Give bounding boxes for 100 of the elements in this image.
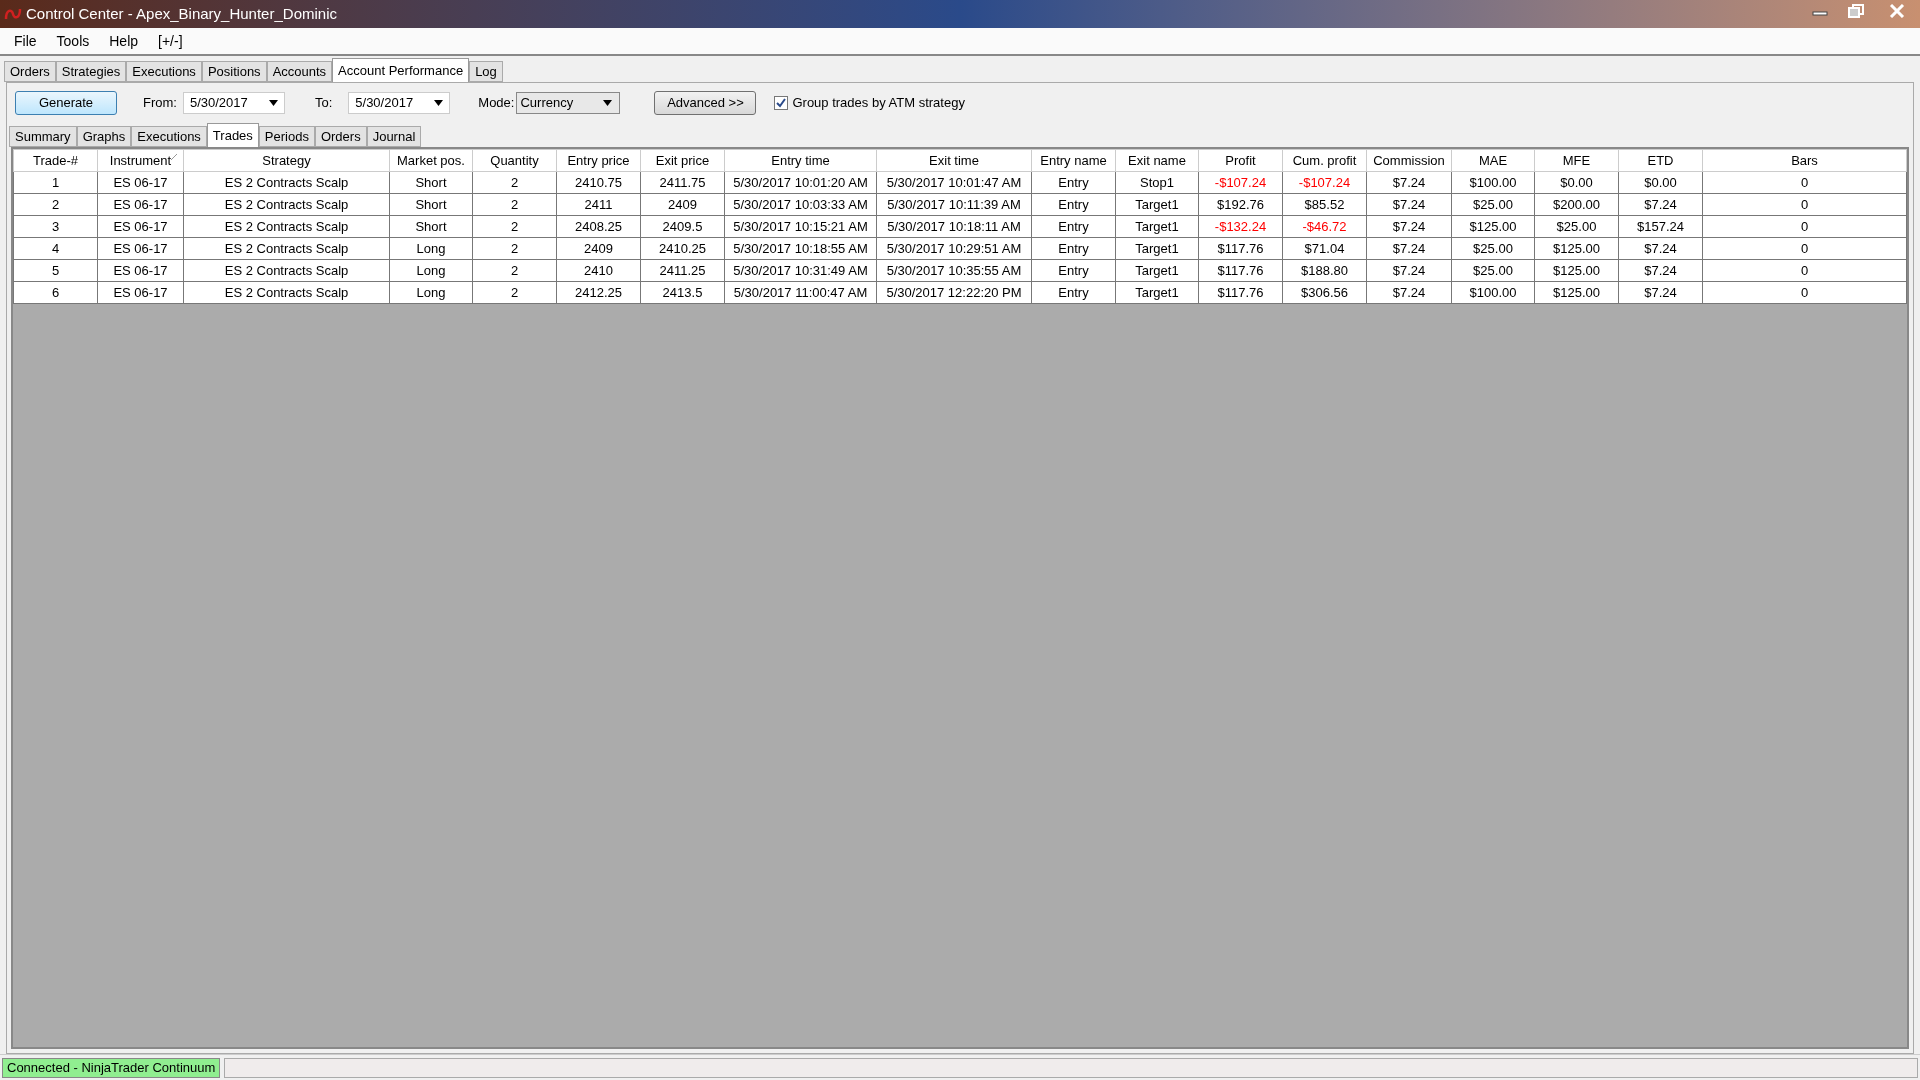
table-cell: $125.00 <box>1534 281 1619 304</box>
table-cell: 5/30/2017 10:15:21 AM <box>724 215 877 238</box>
column-header[interactable]: Quantity <box>472 149 557 172</box>
group-trades-label: Group trades by ATM strategy <box>792 94 965 113</box>
advanced-button[interactable]: Advanced >> <box>654 91 757 115</box>
table-cell: $7.24 <box>1366 171 1452 194</box>
table-cell: 5/30/2017 10:31:49 AM <box>724 259 877 282</box>
tab[interactable]: Journal <box>366 126 422 147</box>
column-header[interactable]: Exit name <box>1115 149 1199 172</box>
column-header[interactable]: Bars <box>1702 149 1907 172</box>
table-cell: Short <box>389 215 473 238</box>
table-cell: $125.00 <box>1534 237 1619 260</box>
menu-item[interactable]: Help <box>101 30 147 52</box>
tab[interactable]: Summary <box>9 126 77 147</box>
table-cell: ES 06-17 <box>97 193 184 216</box>
table-cell: 5/30/2017 10:35:55 AM <box>876 259 1032 282</box>
column-header[interactable]: Trade-# <box>13 149 98 172</box>
tab[interactable]: Log <box>469 61 503 82</box>
table-cell: 2 <box>472 259 557 282</box>
column-header[interactable]: Exit time <box>876 149 1032 172</box>
tab[interactable]: Account Performance <box>332 58 470 82</box>
app-logo-icon <box>4 7 22 21</box>
table-cell: $157.24 <box>1618 215 1703 238</box>
column-header[interactable]: Profit <box>1198 149 1283 172</box>
table-cell: -$107.24 <box>1198 171 1283 194</box>
window-title: Control Center - Apex_Binary_Hunter_Dominic <box>26 3 337 24</box>
table-cell: $7.24 <box>1618 259 1703 282</box>
restore-icon <box>1848 4 1864 18</box>
table-cell: Entry <box>1031 259 1116 282</box>
to-label: To: <box>314 94 333 113</box>
menu-item[interactable]: [+/-] <box>150 30 191 52</box>
tab[interactable]: Accounts <box>266 61 333 82</box>
table-cell: $25.00 <box>1451 259 1535 282</box>
column-header[interactable]: ETD <box>1618 149 1703 172</box>
column-header[interactable]: Strategy <box>183 149 390 172</box>
table-cell: 5/30/2017 12:22:20 PM <box>876 281 1032 304</box>
table-cell: $192.76 <box>1198 193 1283 216</box>
table-cell: 5/30/2017 11:00:47 AM <box>724 281 877 304</box>
table-cell: 2 <box>472 281 557 304</box>
tab[interactable]: Graphs <box>76 126 132 147</box>
column-header[interactable]: Entry name <box>1031 149 1116 172</box>
column-header[interactable]: Entry price <box>556 149 641 172</box>
tab[interactable]: Executions <box>131 126 207 147</box>
table-cell: 2410.75 <box>556 171 641 194</box>
table-cell: 2411.25 <box>640 259 725 282</box>
table-cell: ES 06-17 <box>97 215 184 238</box>
table-cell: 5/30/2017 10:18:11 AM <box>876 215 1032 238</box>
table-cell: 5/30/2017 10:01:20 AM <box>724 171 877 194</box>
table-cell: $0.00 <box>1534 171 1619 194</box>
table-cell: 2409 <box>640 193 725 216</box>
tab[interactable]: Executions <box>126 61 202 82</box>
tab[interactable]: Strategies <box>55 61 127 82</box>
table-cell: $7.24 <box>1618 237 1703 260</box>
table-cell: $117.76 <box>1198 281 1283 304</box>
to-date-field[interactable]: 5/30/2017 <box>348 92 451 114</box>
table-cell: Entry <box>1031 237 1116 260</box>
table-cell: Target1 <box>1115 237 1199 260</box>
table-cell: $85.52 <box>1282 193 1367 216</box>
table-cell: 0 <box>1702 171 1907 194</box>
group-trades-checkbox[interactable] <box>774 96 789 110</box>
table-cell: $100.00 <box>1451 281 1535 304</box>
table-cell: Entry <box>1031 171 1116 194</box>
column-header[interactable]: Entry time <box>724 149 877 172</box>
dropdown-arrow-icon <box>603 100 613 106</box>
table-cell: $7.24 <box>1366 281 1452 304</box>
column-header[interactable]: Cum. profit <box>1282 149 1367 172</box>
tab[interactable]: Trades <box>206 123 259 147</box>
menu-item[interactable]: Tools <box>48 30 98 52</box>
column-header[interactable]: Instrument <box>97 149 184 172</box>
table-cell: $7.24 <box>1366 215 1452 238</box>
table-cell: $7.24 <box>1618 193 1703 216</box>
tab[interactable]: Positions <box>201 61 267 82</box>
menu-item[interactable]: File <box>6 30 45 52</box>
table-cell: $25.00 <box>1451 193 1535 216</box>
table-cell: ES 06-17 <box>97 237 184 260</box>
table-cell: $200.00 <box>1534 193 1619 216</box>
mode-dropdown[interactable]: Currency <box>516 92 621 114</box>
column-header[interactable]: MAE <box>1451 149 1535 172</box>
generate-button[interactable]: Generate <box>15 91 117 115</box>
table-cell: Entry <box>1031 281 1116 304</box>
table-cell: Stop1 <box>1115 171 1199 194</box>
tab[interactable]: Orders <box>314 126 367 147</box>
table-cell: Entry <box>1031 193 1116 216</box>
column-header[interactable]: MFE <box>1534 149 1619 172</box>
table-cell: 5/30/2017 10:11:39 AM <box>876 193 1032 216</box>
column-header[interactable]: Market pos. <box>389 149 473 172</box>
table-cell: $7.24 <box>1618 281 1703 304</box>
table-cell: 2 <box>472 193 557 216</box>
table-cell: Short <box>389 171 473 194</box>
table-cell: 0 <box>1702 237 1907 260</box>
table-cell: 5/30/2017 10:29:51 AM <box>876 237 1032 260</box>
dropdown-arrow-icon <box>434 100 444 106</box>
tab[interactable]: Periods <box>258 126 315 147</box>
tab[interactable]: Orders <box>4 61 56 82</box>
table-cell: 2 <box>472 215 557 238</box>
table-cell: 2409 <box>556 237 641 260</box>
table-cell: 5/30/2017 10:03:33 AM <box>724 193 877 216</box>
column-header[interactable]: Commission <box>1366 149 1452 172</box>
column-header[interactable]: Exit price <box>640 149 725 172</box>
from-date-field[interactable]: 5/30/2017 <box>182 92 285 114</box>
